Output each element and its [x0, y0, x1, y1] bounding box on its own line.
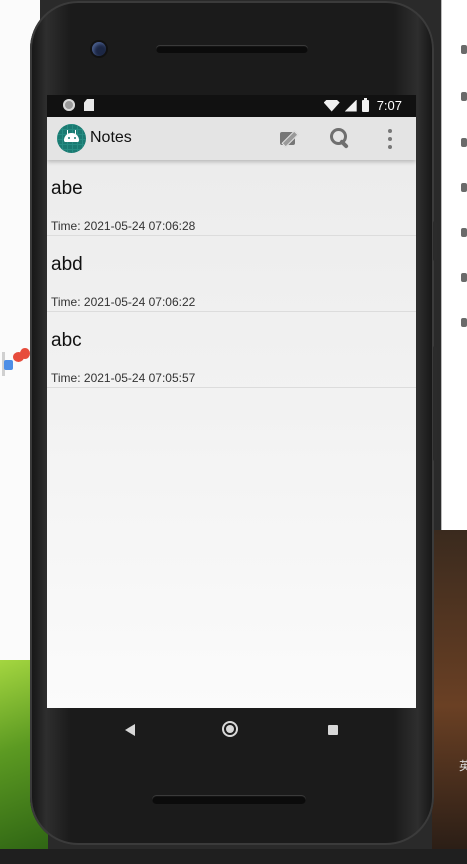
recents-icon[interactable] — [328, 725, 338, 735]
status-clock: 7:07 — [376, 98, 402, 113]
note-timestamp: Time: 2021-05-24 07:06:28 — [51, 219, 196, 233]
note-title: abc — [51, 330, 82, 351]
desktop-wallpaper-right — [432, 530, 467, 850]
home-icon[interactable] — [222, 721, 238, 737]
status-bar: 7:07 — [47, 95, 416, 117]
overflow-menu-icon[interactable] — [382, 127, 398, 151]
phone-frame: 7:07 Notes abe Time: 2021-05-24 07:06:28… — [30, 1, 437, 845]
bottom-speaker — [152, 795, 306, 804]
navigation-bar — [47, 708, 416, 752]
notification-dot-icon — [63, 99, 75, 111]
front-camera — [92, 42, 106, 56]
notes-list: abe Time: 2021-05-24 07:06:28 abd Time: … — [47, 160, 416, 708]
android-app-icon — [57, 124, 86, 153]
search-icon[interactable] — [328, 126, 352, 150]
list-item[interactable]: abe Time: 2021-05-24 07:06:28 — [47, 160, 416, 236]
desktop-app-icon[interactable] — [2, 346, 32, 376]
desktop-right-panel — [441, 0, 467, 530]
back-icon[interactable] — [125, 724, 135, 736]
battery-icon — [361, 97, 369, 112]
volume-button[interactable] — [433, 346, 437, 461]
desktop-taskbar — [0, 849, 467, 864]
edit-note-icon[interactable] — [278, 127, 300, 149]
note-title: abd — [51, 254, 83, 275]
app-toolbar: Notes — [47, 117, 416, 160]
ime-indicator[interactable]: 英 — [459, 757, 467, 774]
sd-card-icon — [84, 99, 94, 111]
note-timestamp: Time: 2021-05-24 07:05:57 — [51, 371, 196, 385]
phone-screen: 7:07 Notes abe Time: 2021-05-24 07:06:28… — [47, 95, 416, 708]
signal-icon — [344, 99, 357, 112]
list-item[interactable]: abc Time: 2021-05-24 07:05:57 — [47, 312, 416, 388]
power-button[interactable] — [433, 221, 437, 261]
note-timestamp: Time: 2021-05-24 07:06:22 — [51, 295, 196, 309]
wifi-icon — [323, 99, 340, 112]
app-title: Notes — [90, 129, 132, 146]
list-item[interactable]: abd Time: 2021-05-24 07:06:22 — [47, 236, 416, 312]
note-title: abe — [51, 178, 83, 199]
top-speaker — [156, 45, 308, 53]
